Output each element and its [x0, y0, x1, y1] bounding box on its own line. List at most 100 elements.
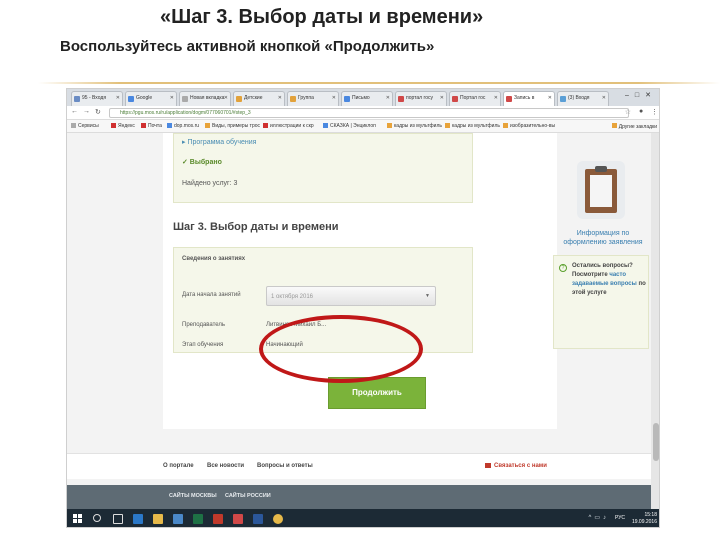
browser-tab[interactable]: 95 - Входя ✕: [71, 91, 123, 106]
task-view-icon[interactable]: [113, 514, 123, 524]
menu-icon[interactable]: ⋮: [651, 108, 658, 116]
chevron-down-icon: ▼: [425, 293, 430, 299]
browser-tab[interactable]: Детские ✕: [233, 91, 285, 106]
bookmark-item[interactable]: кадры из мультфиль: [387, 123, 442, 129]
footer-link-moscow-sites[interactable]: САЙТЫ МОСКВЫ: [169, 493, 217, 499]
yandex-icon: [111, 123, 116, 129]
bookmarks-bar: Сервисы Яндекс Почта dop.mos.ru Виды, пр…: [67, 120, 659, 133]
program-link[interactable]: ▸ Программа обучения: [182, 138, 256, 146]
close-tab-icon[interactable]: ✕: [548, 95, 552, 101]
page-footer: О портале Все новости Вопросы и ответы С…: [67, 453, 651, 479]
excel-icon[interactable]: [193, 514, 203, 524]
word-icon[interactable]: [253, 514, 263, 524]
windows-taskbar: ^▭♪ РУС 15:18 19.09.2016: [67, 509, 659, 527]
contact-link[interactable]: Связаться с нами: [485, 463, 547, 469]
footer-link-news[interactable]: Все новости: [207, 463, 244, 469]
close-tab-icon[interactable]: ✕: [386, 95, 390, 101]
close-tab-icon[interactable]: ✕: [116, 95, 120, 101]
footer-link-faq[interactable]: Вопросы и ответы: [257, 463, 313, 469]
stage-label: Этап обучения: [182, 342, 224, 348]
search-icon[interactable]: [93, 514, 101, 522]
browser-tab[interactable]: портал госу ✕: [395, 91, 447, 106]
questions-text: Остались вопросы? Посмотрите часто задав…: [572, 263, 646, 296]
browser-tab[interactable]: Письмо ✕: [341, 91, 393, 106]
close-tab-icon[interactable]: ✕: [332, 95, 336, 101]
folder-icon: [445, 123, 450, 129]
bookmark-item[interactable]: dop.mos.ru: [167, 123, 199, 129]
scrollbar[interactable]: [651, 133, 659, 527]
favicon-icon: [398, 96, 404, 102]
browser-tab[interactable]: Новая вкладка ✕: [179, 91, 231, 106]
bookmark-item[interactable]: иллюстрации к скр: [263, 123, 314, 129]
language-indicator[interactable]: РУС: [615, 515, 625, 521]
extension-icon[interactable]: ●: [639, 108, 643, 115]
clipboard-icon: [577, 161, 625, 219]
browser-tab-bar: 95 - Входя ✕ Google ✕ Новая вкладка ✕ Детск…: [67, 89, 659, 106]
main-content: ▸ Программа обучения ✓ Выбрано Найдено у…: [163, 133, 649, 429]
page-icon: [323, 123, 328, 129]
store-icon[interactable]: [173, 514, 183, 524]
footer-link-russia-sites[interactable]: САЙТЫ РОССИИ: [225, 493, 271, 499]
page-viewport: ▸ Программа обучения ✓ Выбрано Найдено у…: [67, 133, 659, 527]
bookmark-item[interactable]: Сервисы: [71, 123, 99, 129]
globe-icon: [167, 123, 172, 129]
close-tab-icon[interactable]: ✕: [494, 95, 498, 101]
start-icon[interactable]: [73, 514, 83, 524]
favicon-icon: [344, 96, 350, 102]
close-tab-icon[interactable]: ✕: [602, 95, 606, 101]
bookmark-item[interactable]: СКАЗКА | Энциклоп: [323, 123, 376, 129]
pdf-icon[interactable]: [233, 514, 243, 524]
teacher-label: Преподаватель: [182, 322, 226, 328]
application-info-link[interactable]: Информация по оформлению заявления: [557, 229, 649, 247]
browser-tab[interactable]: Портал гос ✕: [449, 91, 501, 106]
start-date-select[interactable]: 1 октября 2016 ▼: [266, 286, 436, 306]
folder-icon: [205, 123, 210, 129]
system-tray-icons[interactable]: ^▭♪: [589, 514, 609, 521]
powerpoint-icon[interactable]: [213, 514, 223, 524]
page-icon: [263, 123, 268, 129]
bookmark-item[interactable]: изобразительно-вы: [503, 123, 555, 129]
browser-tab[interactable]: Группа ✕: [287, 91, 339, 106]
highlight-oval: [259, 315, 423, 383]
close-tab-icon[interactable]: ✕: [224, 95, 228, 101]
other-bookmarks[interactable]: Другие закладки: [611, 123, 657, 130]
chrome-icon[interactable]: [273, 514, 283, 524]
chat-icon: [485, 463, 491, 468]
service-summary: ▸ Программа обучения ✓ Выбрано Найдено у…: [173, 133, 473, 203]
favicon-icon: [128, 96, 134, 102]
divider: [38, 82, 720, 84]
reload-icon[interactable]: ↻: [95, 108, 101, 116]
favicon-icon: [560, 96, 566, 102]
bookmark-item[interactable]: Виды, примеры трос: [205, 123, 260, 129]
favicon-icon: [74, 96, 80, 102]
explorer-icon[interactable]: [153, 514, 163, 524]
bookmark-star-icon[interactable]: ☆: [625, 108, 631, 116]
bookmark-item[interactable]: кадры из мультфиль: [445, 123, 500, 129]
browser-tab[interactable]: (3) Входя ✕: [557, 91, 609, 106]
folder-icon: [611, 123, 617, 128]
close-tab-icon[interactable]: ✕: [278, 95, 282, 101]
browser-tab[interactable]: Google ✕: [125, 91, 177, 106]
found-services: Найдено услуг: 3: [182, 180, 238, 187]
bookmark-item[interactable]: Яндекс: [111, 123, 135, 129]
scroll-thumb[interactable]: [653, 423, 659, 461]
forward-icon[interactable]: →: [83, 108, 90, 115]
close-tab-icon[interactable]: ✕: [170, 95, 174, 101]
favicon-icon: [182, 96, 188, 102]
chosen-label: ✓ Выбрано: [182, 159, 222, 166]
bookmark-item[interactable]: Почта: [141, 123, 162, 129]
slide-subtitle: Воспользуйтесь активной кнопкой «Продолж…: [60, 38, 435, 55]
slide: «Шаг 3. Выбор даты и времени» Воспользуй…: [0, 0, 720, 540]
footer-link-about[interactable]: О портале: [163, 463, 194, 469]
apps-icon: [71, 123, 76, 129]
url-input[interactable]: https://pgu.mos.ru/ru/application/dogm/0…: [109, 108, 629, 118]
back-icon[interactable]: ←: [71, 108, 78, 115]
close-tab-icon[interactable]: ✕: [440, 95, 444, 101]
questions-box: ? Остались вопросы? Посмотрите часто зад…: [553, 255, 649, 349]
browser-tab-active[interactable]: Запись в ✕: [503, 91, 555, 106]
window-controls[interactable]: –□✕: [625, 91, 657, 99]
edge-icon[interactable]: [133, 514, 143, 524]
folder-icon: [503, 123, 508, 129]
clock[interactable]: 15:18 19.09.2016: [632, 512, 657, 526]
right-sidebar: Информация по оформлению заявления ? Ост…: [553, 133, 651, 433]
